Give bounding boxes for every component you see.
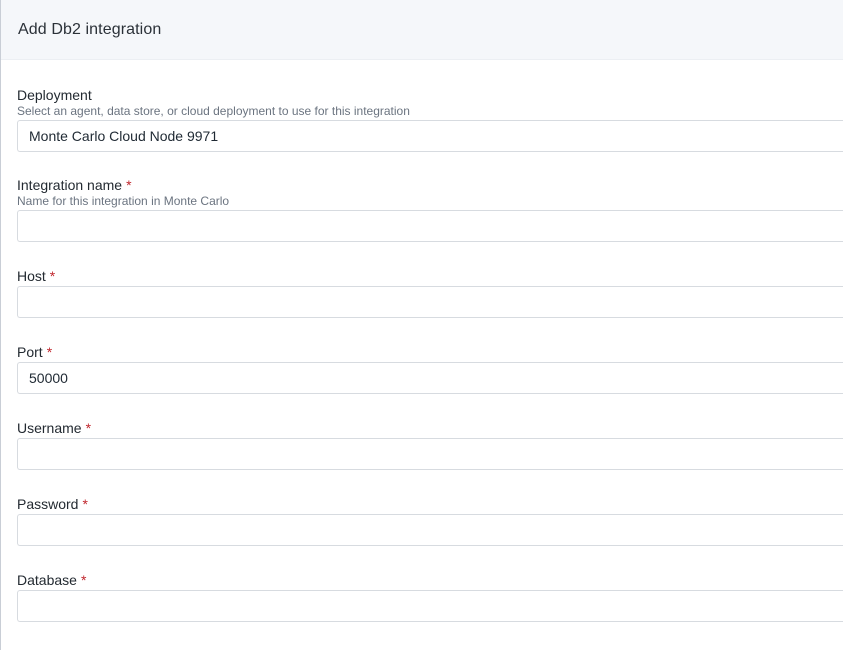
username-input[interactable] bbox=[17, 438, 843, 470]
integration-name-input[interactable] bbox=[17, 210, 843, 242]
database-label: Database * bbox=[17, 572, 843, 588]
required-mark: * bbox=[82, 496, 88, 512]
integration-name-label: Integration name * bbox=[17, 177, 843, 193]
integration-name-label-text: Integration name bbox=[17, 177, 123, 193]
panel-header: Add Db2 integration bbox=[1, 0, 843, 60]
port-field: Port * bbox=[17, 344, 843, 394]
deployment-label-text: Deployment bbox=[17, 87, 92, 103]
required-mark: * bbox=[126, 177, 132, 193]
password-input[interactable] bbox=[17, 514, 843, 546]
username-label: Username * bbox=[17, 420, 843, 436]
host-input[interactable] bbox=[17, 286, 843, 318]
password-label-text: Password bbox=[17, 496, 79, 512]
port-label: Port * bbox=[17, 344, 843, 360]
username-label-text: Username bbox=[17, 420, 82, 436]
required-mark: * bbox=[46, 344, 53, 360]
host-label: Host * bbox=[17, 268, 843, 284]
page-title: Add Db2 integration bbox=[18, 20, 162, 38]
required-mark: * bbox=[80, 572, 87, 588]
integration-name-field: Integration name * Name for this integra… bbox=[17, 177, 843, 242]
database-input[interactable] bbox=[17, 590, 843, 622]
host-field: Host * bbox=[17, 268, 843, 318]
database-label-text: Database bbox=[17, 572, 77, 588]
deployment-field: Deployment Select an agent, data store, … bbox=[17, 87, 843, 152]
deployment-select[interactable]: Monte Carlo Cloud Node 9971 bbox=[17, 120, 843, 152]
password-label: Password * bbox=[17, 496, 843, 512]
password-field: Password * bbox=[17, 496, 843, 546]
host-label-text: Host bbox=[17, 268, 46, 284]
port-input[interactable] bbox=[17, 362, 843, 394]
deployment-hint: Select an agent, data store, or cloud de… bbox=[17, 104, 410, 118]
username-field: Username * bbox=[17, 420, 843, 470]
integration-panel: Add Db2 integration Deployment Select an… bbox=[0, 0, 843, 650]
integration-name-hint: Name for this integration in Monte Carlo bbox=[17, 194, 230, 208]
integration-form: Deployment Select an agent, data store, … bbox=[1, 60, 843, 622]
database-field: Database * bbox=[17, 572, 843, 622]
port-label-text: Port bbox=[17, 344, 43, 360]
deployment-label: Deployment bbox=[17, 87, 843, 103]
required-mark: * bbox=[85, 420, 92, 436]
deployment-selected-value: Monte Carlo Cloud Node 9971 bbox=[29, 128, 219, 144]
required-mark: * bbox=[49, 268, 56, 284]
